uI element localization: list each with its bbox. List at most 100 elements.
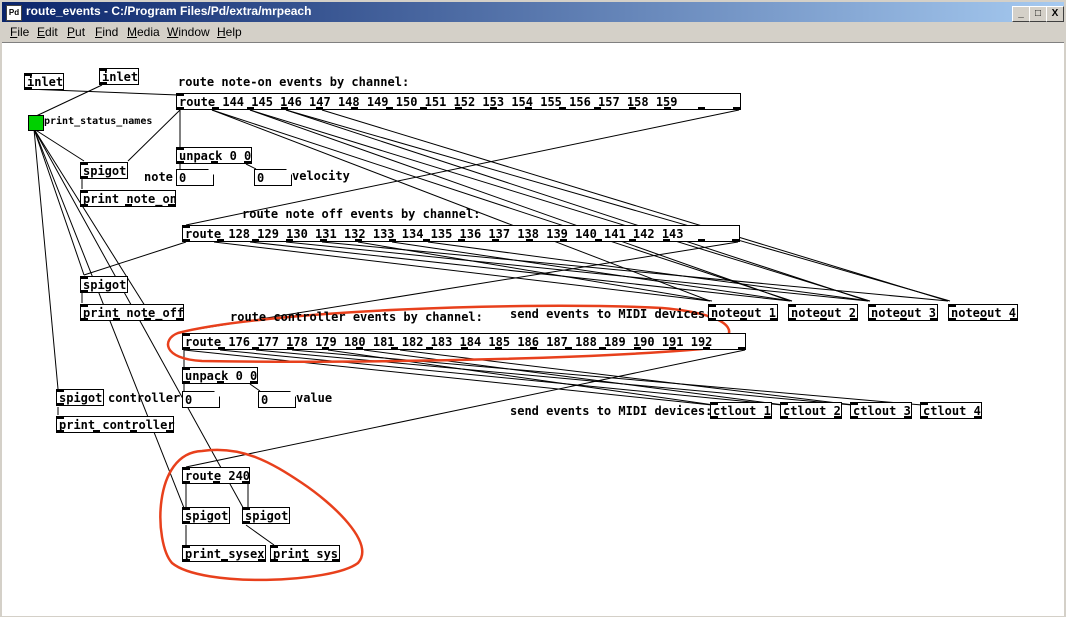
- outlet-nub[interactable]: [461, 347, 468, 349]
- outlet-nub[interactable]: [595, 239, 602, 241]
- outlet-nub[interactable]: [738, 347, 745, 349]
- inlet-nub[interactable]: [177, 148, 184, 150]
- outlet-nub[interactable]: [525, 107, 532, 109]
- noteout-2[interactable]: noteout 2: [788, 304, 858, 321]
- inlet-nub[interactable]: [789, 305, 796, 307]
- menu-put[interactable]: Put: [67, 25, 85, 39]
- outlet-nub[interactable]: [332, 559, 339, 561]
- close-button[interactable]: X: [1046, 6, 1064, 22]
- outlet-nub[interactable]: [426, 347, 433, 349]
- inlet-nub[interactable]: [949, 305, 956, 307]
- inlet-nub[interactable]: [177, 94, 184, 96]
- print-controller[interactable]: print controller: [56, 416, 175, 433]
- inlet-nub[interactable]: [183, 226, 190, 228]
- print-sys[interactable]: print sys: [270, 545, 340, 562]
- outlet-nub[interactable]: [711, 416, 718, 418]
- outlet-nub[interactable]: [183, 559, 190, 561]
- outlet-nub[interactable]: [980, 318, 987, 320]
- outlet-nub[interactable]: [455, 107, 462, 109]
- outlet-nub[interactable]: [740, 318, 747, 320]
- outlet-nub[interactable]: [420, 107, 427, 109]
- outlet-nub[interactable]: [183, 381, 190, 383]
- maximize-button[interactable]: □: [1029, 6, 1047, 22]
- outlet-nub[interactable]: [869, 318, 876, 320]
- outlet-nub[interactable]: [732, 239, 739, 241]
- outlet-nub[interactable]: [560, 239, 567, 241]
- inlet-object-2[interactable]: inlet: [99, 68, 139, 85]
- spigot-sysex[interactable]: spigot: [182, 507, 230, 524]
- inlet-nub[interactable]: [869, 305, 876, 307]
- outlet-nub[interactable]: [221, 559, 228, 561]
- outlet-nub[interactable]: [125, 204, 132, 206]
- outlet-nub[interactable]: [250, 381, 257, 383]
- outlet-nub[interactable]: [213, 481, 220, 483]
- inlet-nub[interactable]: [100, 69, 107, 71]
- outlet-nub[interactable]: [351, 107, 358, 109]
- controller-number-box[interactable]: 0: [182, 391, 220, 408]
- outlet-nub[interactable]: [81, 176, 88, 178]
- inlet-nub[interactable]: [243, 508, 250, 510]
- outlet-nub[interactable]: [247, 107, 254, 109]
- noteout-1[interactable]: noteout 1: [708, 304, 778, 321]
- print-note-off[interactable]: print note_off: [80, 304, 184, 321]
- outlet-nub[interactable]: [850, 318, 857, 320]
- outlet-nub[interactable]: [355, 239, 362, 241]
- unpack-controller[interactable]: unpack 0 0: [182, 367, 258, 384]
- outlet-nub[interactable]: [698, 239, 705, 241]
- outlet-nub[interactable]: [57, 403, 64, 405]
- inlet-nub[interactable]: [183, 546, 190, 548]
- outlet-nub[interactable]: [166, 430, 173, 432]
- outlet-nub[interactable]: [183, 239, 190, 241]
- outlet-nub[interactable]: [599, 347, 606, 349]
- outlet-nub[interactable]: [565, 347, 572, 349]
- outlet-nub[interactable]: [177, 107, 184, 109]
- outlet-nub[interactable]: [286, 239, 293, 241]
- inlet-object-1[interactable]: inlet: [24, 73, 64, 90]
- print-status-bang[interactable]: [28, 115, 44, 131]
- inlet-nub[interactable]: [81, 163, 88, 165]
- outlet-nub[interactable]: [391, 347, 398, 349]
- outlet-nub[interactable]: [25, 87, 32, 89]
- menu-find[interactable]: Find: [95, 25, 118, 39]
- outlet-nub[interactable]: [949, 318, 956, 320]
- menu-file[interactable]: File: [10, 25, 29, 39]
- outlet-nub[interactable]: [386, 107, 393, 109]
- outlet-nub[interactable]: [974, 416, 981, 418]
- outlet-nub[interactable]: [320, 239, 327, 241]
- outlet-nub[interactable]: [81, 318, 88, 320]
- outlet-nub[interactable]: [423, 239, 430, 241]
- inlet-nub[interactable]: [781, 403, 788, 405]
- outlet-nub[interactable]: [669, 347, 676, 349]
- ctlout-1[interactable]: ctlout 1: [710, 402, 772, 419]
- outlet-nub[interactable]: [183, 521, 190, 523]
- inlet-nub[interactable]: [183, 334, 190, 336]
- outlet-nub[interactable]: [81, 204, 88, 206]
- outlet-nub[interactable]: [664, 107, 671, 109]
- ctlout-4[interactable]: ctlout 4: [920, 402, 982, 419]
- outlet-nub[interactable]: [281, 107, 288, 109]
- outlet-nub[interactable]: [764, 416, 771, 418]
- outlet-nub[interactable]: [217, 381, 224, 383]
- outlet-nub[interactable]: [242, 481, 249, 483]
- noteout-3[interactable]: noteout 3: [868, 304, 938, 321]
- outlet-nub[interactable]: [322, 347, 329, 349]
- ctlout-2[interactable]: ctlout 2: [780, 402, 842, 419]
- outlet-nub[interactable]: [302, 559, 309, 561]
- outlet-nub[interactable]: [851, 416, 858, 418]
- outlet-nub[interactable]: [530, 347, 537, 349]
- outlet-nub[interactable]: [93, 430, 100, 432]
- outlet-nub[interactable]: [490, 107, 497, 109]
- spigot-controller[interactable]: spigot: [56, 389, 104, 406]
- inlet-nub[interactable]: [921, 403, 928, 405]
- inlet-nub[interactable]: [81, 305, 88, 307]
- outlet-nub[interactable]: [81, 290, 88, 292]
- inlet-nub[interactable]: [183, 468, 190, 470]
- outlet-nub[interactable]: [183, 481, 190, 483]
- outlet-nub[interactable]: [271, 559, 278, 561]
- outlet-nub[interactable]: [177, 161, 184, 163]
- outlet-nub[interactable]: [316, 107, 323, 109]
- outlet-nub[interactable]: [287, 347, 294, 349]
- inlet-nub[interactable]: [183, 368, 190, 370]
- ctlout-3[interactable]: ctlout 3: [850, 402, 912, 419]
- inlet-nub[interactable]: [711, 403, 718, 405]
